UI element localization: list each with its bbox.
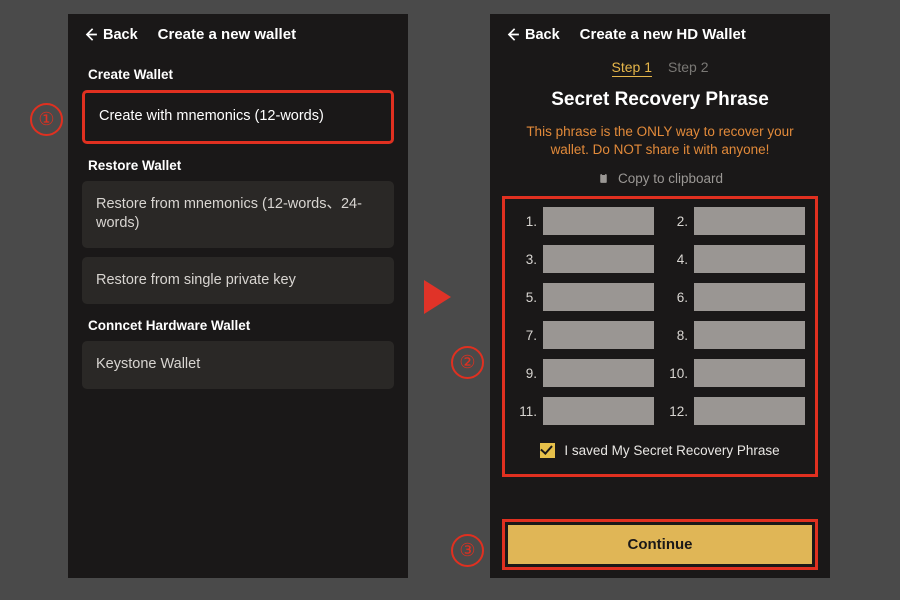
word-number: 2. — [666, 214, 688, 229]
section-create-wallet-label: Create Wallet — [68, 67, 408, 82]
word-redacted — [694, 321, 805, 349]
word-number: 9. — [515, 366, 537, 381]
section-hardware-wallet-label: Conncet Hardware Wallet — [68, 318, 408, 333]
checkbox-icon — [540, 443, 555, 458]
back-label: Back — [103, 27, 138, 43]
word-redacted — [694, 283, 805, 311]
clipboard-icon — [597, 172, 610, 185]
annotation-arrow-icon — [424, 280, 451, 314]
option-keystone-wallet[interactable]: Keystone Wallet — [82, 341, 394, 389]
screen-create-wallet: Back Create a new wallet Create Wallet C… — [68, 14, 408, 578]
back-button[interactable]: Back — [504, 26, 560, 43]
arrow-left-icon — [82, 26, 99, 43]
step-indicator: Step 1 Step 2 — [490, 59, 830, 77]
word-slot: 2. — [666, 207, 805, 235]
screen-title: Create a new HD Wallet — [580, 26, 746, 43]
word-redacted — [543, 283, 654, 311]
word-number: 12. — [666, 404, 688, 419]
word-number: 7. — [515, 328, 537, 343]
word-slot: 10. — [666, 359, 805, 387]
word-slot: 4. — [666, 245, 805, 273]
section-restore-wallet-label: Restore Wallet — [68, 158, 408, 173]
word-redacted — [543, 359, 654, 387]
recovery-phrase-heading: Secret Recovery Phrase — [490, 89, 830, 111]
word-number: 5. — [515, 290, 537, 305]
word-number: 10. — [666, 366, 688, 381]
option-restore-private-key[interactable]: Restore from single private key — [82, 257, 394, 305]
annotation-step-2: ② — [451, 346, 484, 379]
word-number: 4. — [666, 252, 688, 267]
step-1: Step 1 — [612, 59, 652, 77]
option-restore-mnemonics[interactable]: Restore from mnemonics (12-words、24-word… — [82, 181, 394, 248]
saved-phrase-label: I saved My Secret Recovery Phrase — [564, 443, 779, 458]
back-label: Back — [525, 27, 560, 43]
arrow-left-icon — [504, 26, 521, 43]
word-redacted — [694, 397, 805, 425]
word-slot: 5. — [515, 283, 654, 311]
word-slot: 7. — [515, 321, 654, 349]
word-slot: 6. — [666, 283, 805, 311]
word-number: 8. — [666, 328, 688, 343]
word-number: 11. — [515, 404, 537, 419]
recovery-phrase-panel: 1. 2. 3. 4. 5. 6. 7. 8. 9. 10. 11. 12. I… — [502, 196, 818, 477]
continue-button[interactable]: Continue — [508, 525, 812, 564]
word-slot: 9. — [515, 359, 654, 387]
word-slot: 8. — [666, 321, 805, 349]
word-number: 3. — [515, 252, 537, 267]
copy-label: Copy to clipboard — [618, 171, 723, 186]
recovery-word-grid: 1. 2. 3. 4. 5. 6. 7. 8. 9. 10. 11. 12. — [515, 207, 805, 425]
word-redacted — [543, 245, 654, 273]
word-slot: 3. — [515, 245, 654, 273]
word-slot: 1. — [515, 207, 654, 235]
step-2: Step 2 — [668, 59, 708, 77]
header: Back Create a new wallet — [68, 14, 408, 53]
word-redacted — [694, 207, 805, 235]
word-redacted — [543, 207, 654, 235]
back-button[interactable]: Back — [82, 26, 138, 43]
word-number: 1. — [515, 214, 537, 229]
word-number: 6. — [666, 290, 688, 305]
word-redacted — [694, 245, 805, 273]
recovery-warning: This phrase is the ONLY way to recover y… — [490, 123, 830, 159]
screen-title: Create a new wallet — [158, 26, 296, 43]
word-slot: 12. — [666, 397, 805, 425]
word-redacted — [694, 359, 805, 387]
option-create-mnemonics[interactable]: Create with mnemonics (12-words) — [82, 90, 394, 144]
word-redacted — [543, 321, 654, 349]
word-slot: 11. — [515, 397, 654, 425]
annotation-step-1: ① — [30, 103, 63, 136]
word-redacted — [543, 397, 654, 425]
copy-to-clipboard[interactable]: Copy to clipboard — [490, 171, 830, 186]
screen-recovery-phrase: Back Create a new HD Wallet Step 1 Step … — [490, 14, 830, 578]
saved-phrase-checkbox[interactable]: I saved My Secret Recovery Phrase — [515, 443, 805, 458]
header: Back Create a new HD Wallet — [490, 14, 830, 53]
annotation-step-3: ③ — [451, 534, 484, 567]
continue-highlight: Continue — [502, 519, 818, 570]
